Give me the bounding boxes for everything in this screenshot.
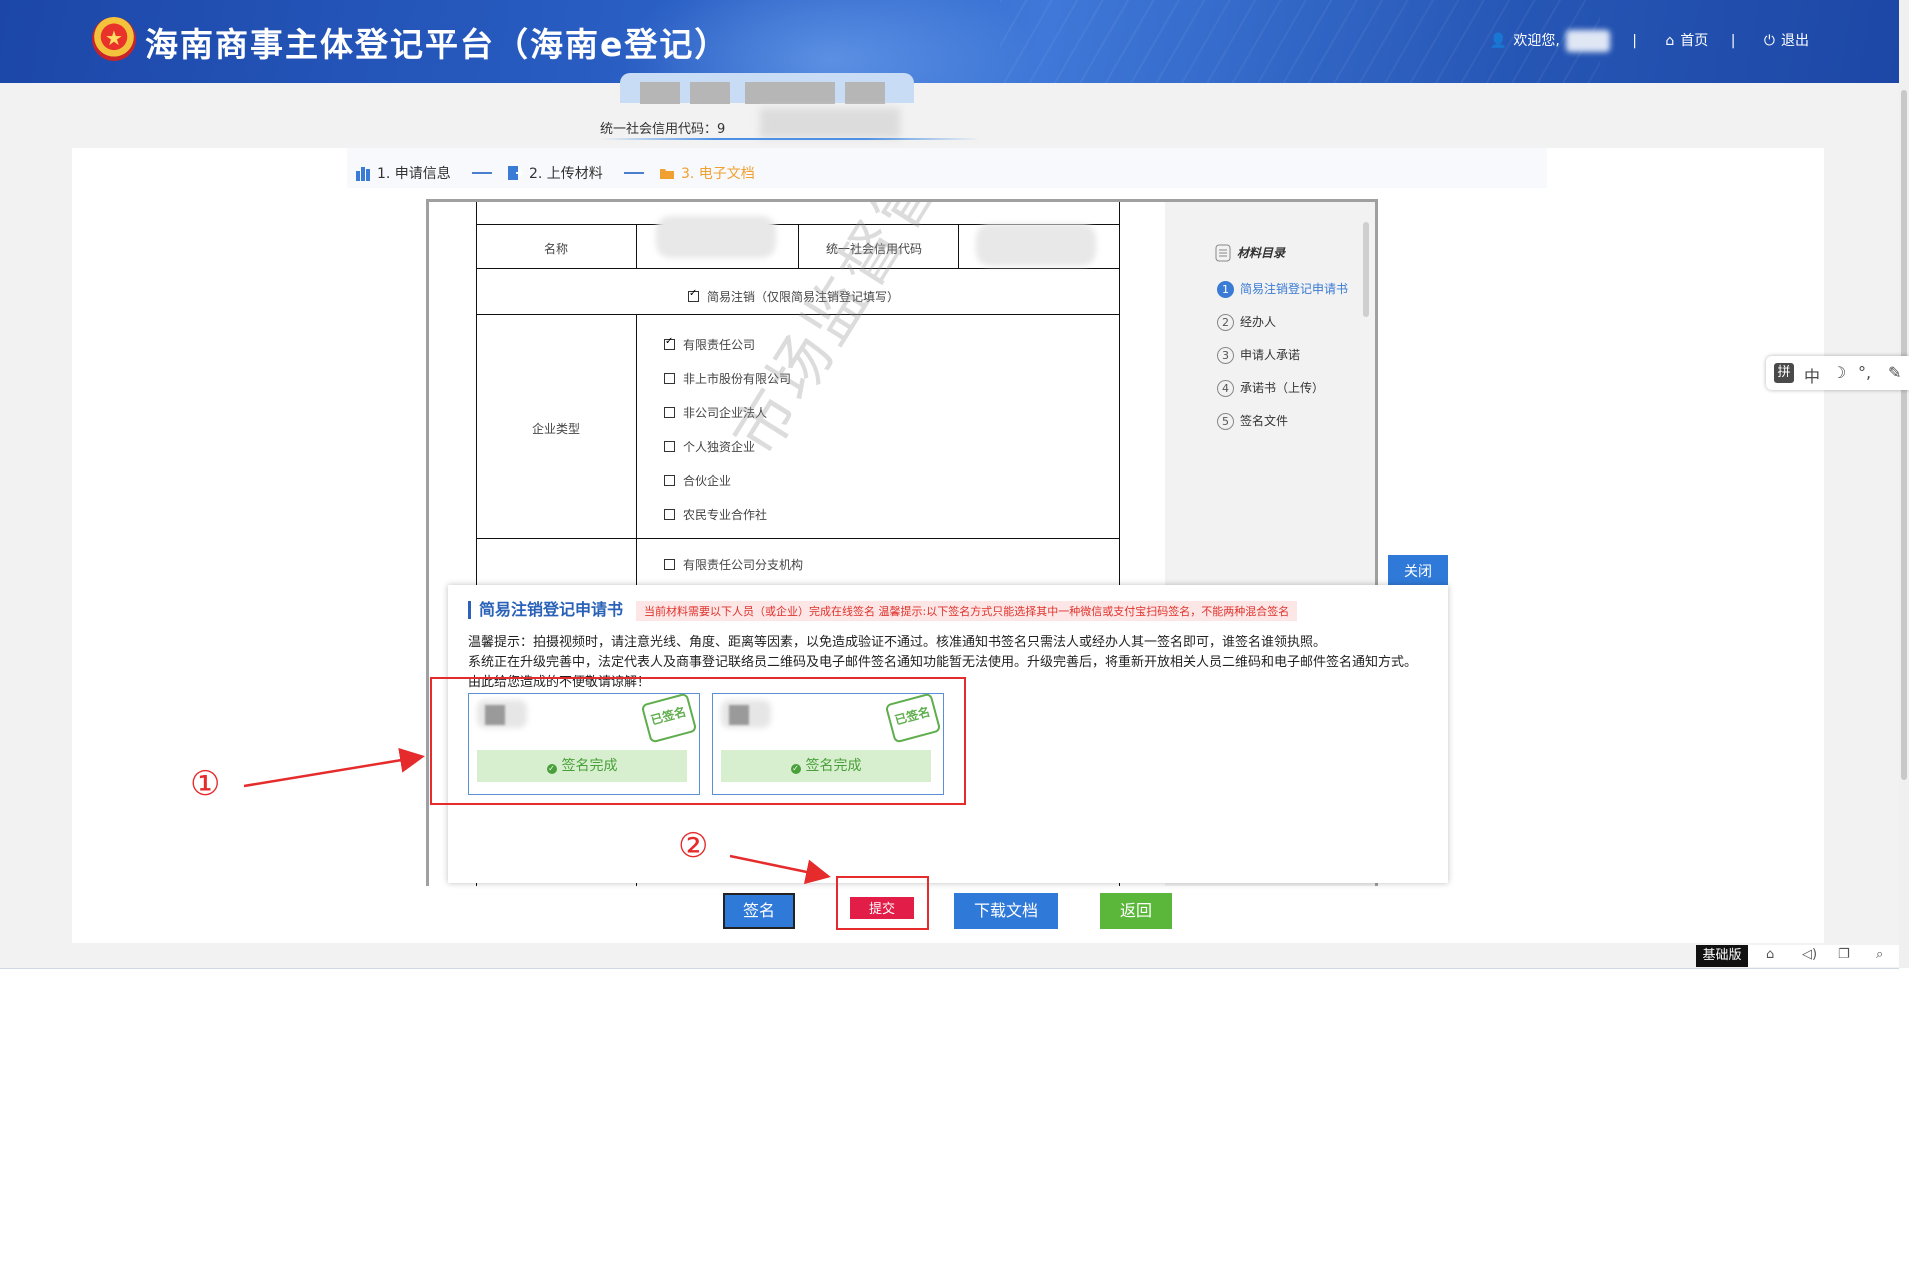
page-scrollbar[interactable] [1899, 0, 1909, 968]
type-option: 农民专业合作社 [664, 506, 767, 523]
sign-button[interactable]: 签名 [723, 893, 795, 929]
panel-title: 简易注销登记申请书 [468, 601, 623, 619]
top-header: ★ 海南商事主体登记平台（海南e登记） 👤 欢迎您, | ⌂ 首页 | ⏻ 退出 [0, 0, 1899, 83]
toc-title: 材料目录 [1237, 246, 1286, 260]
top-nav: 👤 欢迎您, | ⌂ 首页 | ⏻ 退出 [1484, 30, 1809, 52]
toc-item-application[interactable]: 1 简易注销登记申请书 [1217, 280, 1348, 298]
search-icon[interactable]: ⌕ [1876, 947, 1883, 962]
enterprise-type-label: 企业类型 [532, 422, 581, 436]
home-icon[interactable]: ⌂ [1665, 33, 1674, 49]
welcome-text: 欢迎您, [1513, 33, 1560, 49]
home-link[interactable]: 首页 [1680, 33, 1708, 49]
type-option: 有限责任公司 [664, 336, 755, 353]
pinyin-icon[interactable]: 拼 [1774, 363, 1794, 383]
basic-version-button[interactable]: 基础版 [1696, 945, 1748, 967]
folder-icon [660, 169, 674, 179]
credit-code-label: 统一社会信用代码：9 [600, 122, 726, 137]
panel-warning: 当前材料需要以下人员（或企业）完成在线签名 温馨提示:以下签名方式只能选择其中一… [636, 601, 1298, 621]
company-name-blurred [656, 216, 776, 258]
annotation-number-1: ① [190, 764, 221, 804]
annotation-box-signers [430, 677, 966, 805]
company-name-tab [620, 73, 914, 104]
app-window: ★ 海南商事主体登记平台（海南e登记） 👤 欢迎您, | ⌂ 首页 | ⏻ 退出 统一… [0, 0, 1899, 968]
building-icon [356, 167, 370, 181]
doc-name-label: 名称 [544, 242, 569, 256]
step-application-info[interactable]: 1. 申请信息 [355, 163, 451, 183]
back-button[interactable]: 返回 [1100, 893, 1172, 929]
type-option-branch: 有限责任公司分支机构 [664, 556, 803, 573]
type-option: 合伙企业 [664, 472, 731, 489]
moon-icon[interactable]: ☽ [1832, 363, 1846, 382]
credit-code-blurred [760, 108, 900, 138]
step-bar: 1. 申请信息 2. 上传材料 3. 电子文档 [347, 148, 1547, 188]
step-electronic-docs[interactable]: 3. 电子文档 [659, 163, 755, 183]
toc-item-pledge-upload[interactable]: 4 承诺书（上传） [1217, 379, 1324, 397]
pen-icon[interactable]: ✎ [1888, 363, 1901, 382]
upload-icon [508, 166, 523, 180]
toc-item-signature-file[interactable]: 5 签名文件 [1217, 412, 1288, 430]
national-emblem-icon: ★ [92, 17, 136, 61]
accessibility-toolbar: 基础版 ⌂ ◁) ❐ ⌕ [1696, 945, 1899, 967]
logout-link[interactable]: 退出 [1781, 33, 1809, 49]
toc-item-handler[interactable]: 2 经办人 [1217, 313, 1276, 331]
step-upload-materials[interactable]: 2. 上传材料 [507, 163, 603, 183]
ime-toolbar[interactable]: 拼 中 ☽ °, ✎ [1766, 356, 1909, 390]
chinese-mode-icon[interactable]: 中 [1804, 363, 1820, 387]
download-document-button[interactable]: 下载文档 [954, 893, 1058, 929]
home-icon[interactable]: ⌂ [1766, 947, 1774, 962]
submit-button[interactable]: 提交 [850, 897, 914, 919]
toc-item-commitment[interactable]: 3 申请人承诺 [1217, 346, 1300, 364]
site-title: 海南商事主体登记平台（海南e登记） [145, 25, 730, 64]
user-name-blurred [1565, 30, 1610, 52]
punctuation-icon[interactable]: °, [1858, 363, 1871, 382]
list-icon [1215, 244, 1231, 262]
power-icon[interactable]: ⏻ [1764, 33, 1775, 49]
user-icon: 👤 [1489, 33, 1508, 49]
credit-value-blurred [976, 224, 1096, 266]
speaker-icon[interactable]: ◁) [1802, 947, 1817, 962]
window-icon[interactable]: ❐ [1838, 947, 1850, 962]
toc-scrollbar[interactable] [1363, 222, 1369, 317]
close-button[interactable]: 关闭 [1388, 555, 1448, 585]
annotation-number-2: ② [678, 826, 709, 866]
